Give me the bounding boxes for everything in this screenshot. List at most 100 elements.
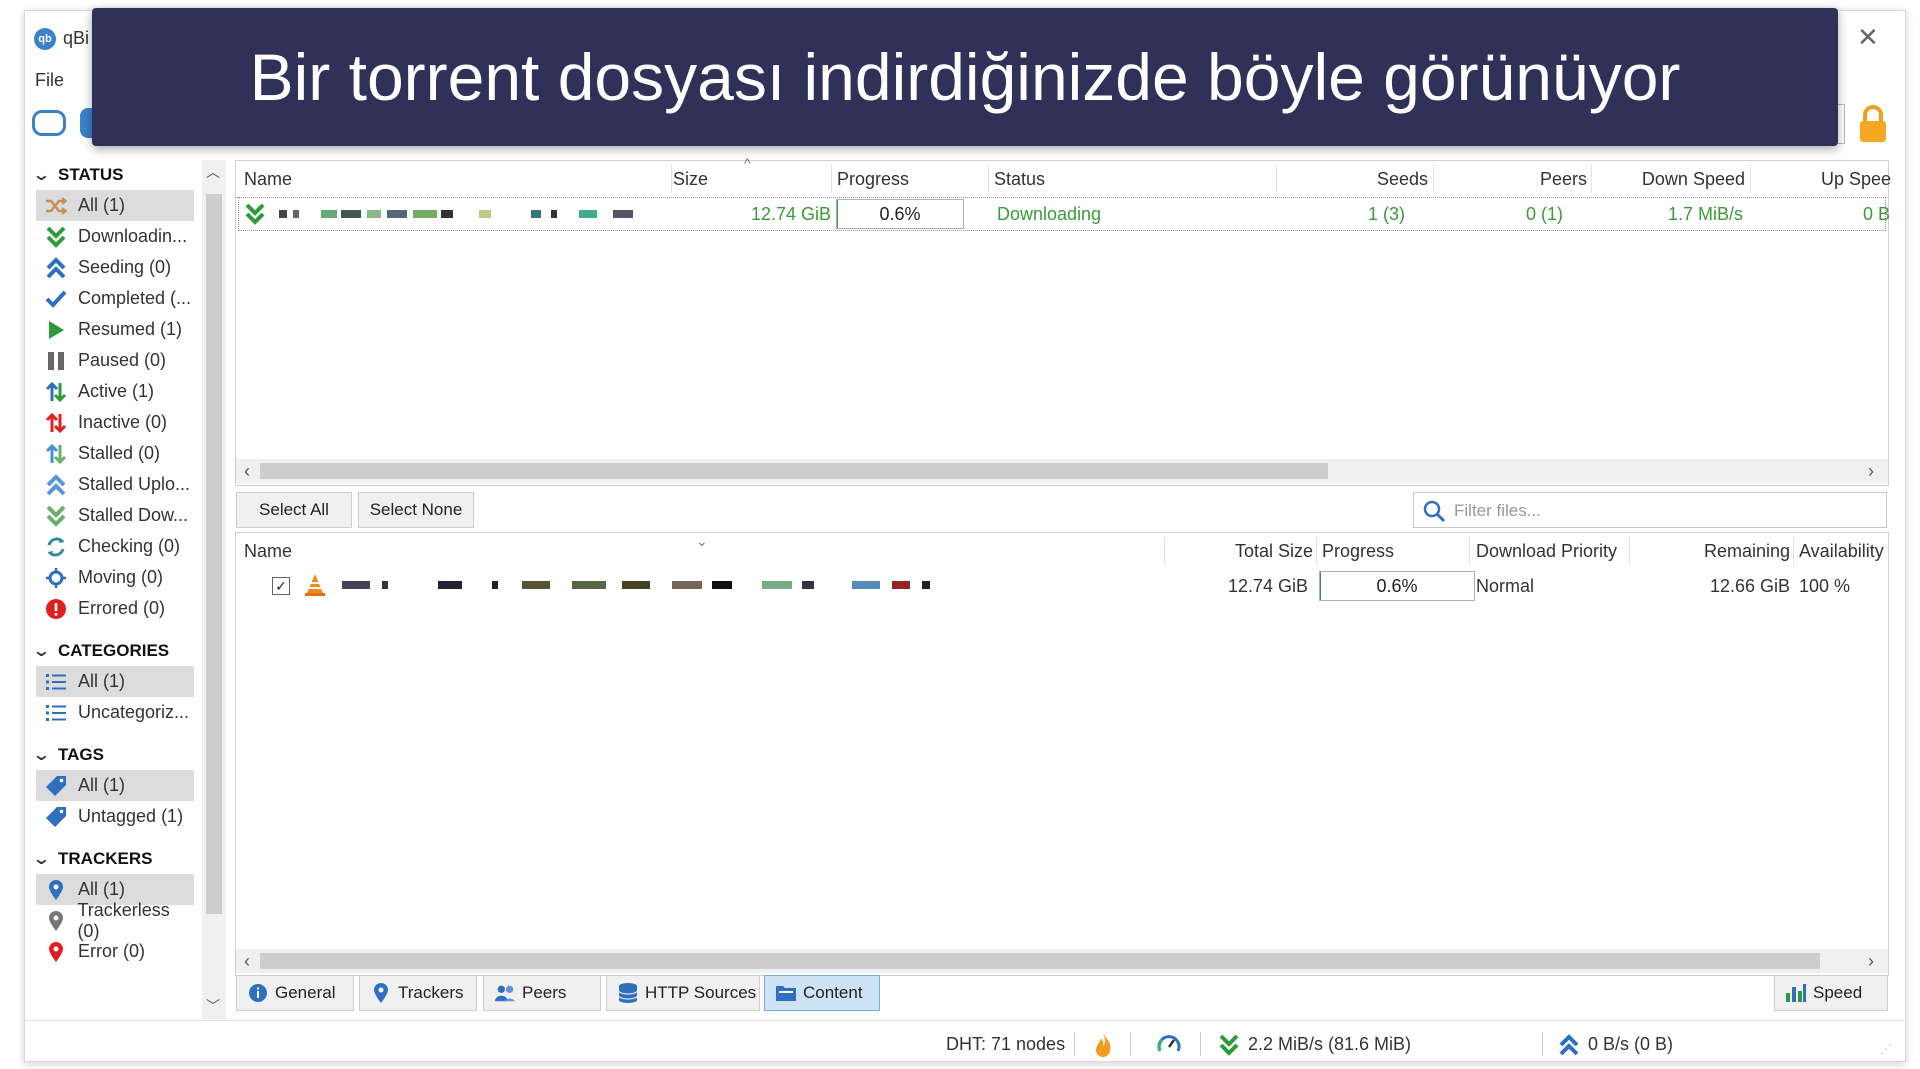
active-icon bbox=[44, 380, 68, 404]
torrent-row[interactable]: 12.74 GiB 0.6% Downloading 1 (3) 0 (1) 1… bbox=[238, 197, 1890, 231]
info-icon bbox=[247, 982, 269, 1004]
sidebar-header-label: TAGS bbox=[58, 745, 104, 764]
sidebar-item-status-7[interactable]: Inactive (0) bbox=[36, 407, 194, 438]
col-progress[interactable]: Progress bbox=[837, 161, 909, 197]
filter-placeholder: Filter files... bbox=[1454, 501, 1541, 520]
sidebar-item-status-1[interactable]: Downloadin... bbox=[36, 221, 194, 252]
menu-file[interactable]: File bbox=[35, 70, 64, 91]
tab-peers[interactable]: Peers bbox=[483, 975, 601, 1011]
col-up-speed[interactable]: Up Spee bbox=[1821, 161, 1891, 197]
sidebar-scrollbar[interactable]: ︿ ﹀ bbox=[202, 160, 226, 1020]
files-col-priority[interactable]: Download Priority bbox=[1476, 533, 1624, 569]
sidebar-header-categories[interactable]: ⌄CATEGORIES bbox=[36, 636, 196, 666]
sidebar-header-label: STATUS bbox=[58, 165, 124, 184]
files-col-remaining[interactable]: Remaining bbox=[1704, 533, 1790, 569]
scroll-left-icon[interactable]: ‹ bbox=[244, 459, 250, 483]
file-progress-bar: 0.6% bbox=[1319, 571, 1475, 601]
col-peers[interactable]: Peers bbox=[1540, 161, 1587, 197]
stalled-upload-icon bbox=[44, 473, 68, 497]
sidebar-item-status-11[interactable]: Checking (0) bbox=[36, 531, 194, 562]
list-icon bbox=[44, 701, 68, 725]
files-col-progress[interactable]: Progress bbox=[1322, 533, 1394, 569]
sidebar-item-categories-1[interactable]: Uncategoriz... bbox=[36, 697, 194, 728]
sidebar-item-status-5[interactable]: Paused (0) bbox=[36, 345, 194, 376]
sidebar-item-status-13[interactable]: Errored (0) bbox=[36, 593, 194, 624]
download-speed-status: 2.2 MiB/s (81.6 MiB) bbox=[1248, 1034, 1412, 1054]
tab-peers-label: Peers bbox=[522, 983, 567, 1002]
sep bbox=[1074, 1032, 1075, 1056]
speed-button[interactable]: Speed bbox=[1774, 975, 1888, 1011]
file-checkbox[interactable]: ✓ bbox=[272, 577, 290, 595]
filter-files-input[interactable]: Filter files... bbox=[1413, 492, 1887, 528]
select-none-button[interactable]: Select None bbox=[358, 492, 474, 528]
sidebar-item-status-12[interactable]: Moving (0) bbox=[36, 562, 194, 593]
file-priority[interactable]: Normal bbox=[1476, 569, 1534, 603]
sidebar-item-status-6[interactable]: Active (1) bbox=[36, 376, 194, 407]
flame-icon[interactable] bbox=[1093, 1032, 1113, 1063]
sidebar-header-trackers[interactable]: ⌄TRACKERS bbox=[36, 844, 196, 874]
sidebar-item-trackers-1[interactable]: Trackerless (0) bbox=[36, 900, 194, 941]
col-size[interactable]: Size bbox=[673, 161, 708, 197]
sidebar-item-status-8[interactable]: Stalled (0) bbox=[36, 438, 194, 469]
scroll-left-icon[interactable]: ‹ bbox=[244, 949, 250, 973]
scroll-right-icon[interactable]: › bbox=[1868, 949, 1874, 973]
sidebar-item-label: Stalled Dow... bbox=[78, 505, 189, 525]
lock-icon[interactable] bbox=[1858, 104, 1888, 144]
sidebar-scroll-thumb[interactable] bbox=[206, 194, 222, 914]
scroll-right-icon[interactable]: › bbox=[1868, 459, 1874, 483]
add-torrent-link-icon[interactable] bbox=[32, 110, 66, 136]
resize-grip-icon[interactable]: ⋰ bbox=[1880, 1042, 1892, 1056]
tab-trackers[interactable]: Trackers bbox=[359, 975, 477, 1011]
sidebar-item-status-2[interactable]: Seeding (0) bbox=[36, 252, 194, 283]
tab-general[interactable]: General bbox=[236, 975, 354, 1011]
sidebar-item-status-3[interactable]: Completed (... bbox=[36, 283, 194, 314]
select-all-button[interactable]: Select All bbox=[236, 492, 352, 528]
torrent-up-speed: 0 B bbox=[1863, 204, 1891, 224]
chevron-down-icon[interactable]: ⌄ bbox=[36, 641, 60, 661]
torrent-peers: 0 (1) bbox=[1525, 204, 1563, 224]
sidebar-item-label: Seeding (0) bbox=[78, 257, 172, 277]
sidebar-header-tags[interactable]: ⌄TAGS bbox=[36, 740, 196, 770]
torrent-down-speed: 1.7 MiB/s bbox=[1667, 204, 1743, 224]
chevron-down-icon[interactable]: ⌄ bbox=[36, 745, 60, 765]
error-icon bbox=[44, 597, 68, 621]
torrent-size: 12.74 GiB bbox=[750, 204, 831, 224]
tab-content[interactable]: Content bbox=[764, 975, 880, 1011]
inactive-icon bbox=[44, 411, 68, 435]
files-hscroll-thumb[interactable] bbox=[260, 953, 1820, 969]
col-seeds[interactable]: Seeds bbox=[1377, 161, 1428, 197]
tab-http-sources[interactable]: HTTP Sources bbox=[606, 975, 760, 1011]
download-speed-icon bbox=[1218, 1033, 1240, 1062]
files-col-total-size[interactable]: Total Size bbox=[1235, 533, 1313, 569]
files-col-availability[interactable]: Availability bbox=[1799, 533, 1884, 569]
chevron-down-icon[interactable]: ⌄ bbox=[36, 165, 60, 185]
file-row[interactable]: ✓ 12.74 GiB 0.6% Normal 12.66 GiB 100 % bbox=[236, 569, 1888, 603]
torrent-hscrollbar[interactable]: ‹ › bbox=[236, 459, 1888, 483]
sidebar-item-status-0[interactable]: All (1) bbox=[36, 190, 194, 221]
speed-button-label: Speed bbox=[1813, 983, 1863, 1002]
chevron-down-icon[interactable]: ⌄ bbox=[36, 849, 60, 869]
close-icon[interactable]: ✕ bbox=[1857, 22, 1879, 53]
sidebar-header-status[interactable]: ⌄STATUS bbox=[36, 160, 196, 190]
dht-status: DHT: 71 nodes bbox=[946, 1034, 1066, 1054]
sidebar-item-tags-0[interactable]: All (1) bbox=[36, 770, 194, 801]
scroll-up-icon[interactable]: ︿ bbox=[206, 162, 220, 182]
col-name[interactable]: Name bbox=[244, 161, 292, 197]
scroll-down-icon[interactable]: ﹀ bbox=[206, 996, 220, 1016]
tab-http-sources-label: HTTP Sources bbox=[645, 983, 757, 1002]
torrent-hscroll-thumb[interactable] bbox=[260, 463, 1328, 479]
sidebar-item-status-10[interactable]: Stalled Dow... bbox=[36, 500, 194, 531]
pin-icon bbox=[44, 878, 68, 902]
files-hscrollbar[interactable]: ‹ › bbox=[236, 949, 1888, 973]
files-col-name[interactable]: Name bbox=[244, 533, 292, 569]
vlc-cone-icon bbox=[304, 573, 326, 602]
col-down-speed[interactable]: Down Speed bbox=[1642, 161, 1745, 197]
sidebar-item-status-4[interactable]: Resumed (1) bbox=[36, 314, 194, 345]
col-status[interactable]: Status bbox=[994, 161, 1045, 197]
sidebar-item-label: Completed (... bbox=[78, 288, 192, 308]
sidebar-item-tags-1[interactable]: Untagged (1) bbox=[36, 801, 194, 832]
sidebar-item-status-9[interactable]: Stalled Uplo... bbox=[36, 469, 194, 500]
sidebar-item-categories-0[interactable]: All (1) bbox=[36, 666, 194, 697]
app-logo-icon: qb bbox=[34, 28, 56, 50]
speed-limit-icon[interactable] bbox=[1156, 1032, 1182, 1063]
